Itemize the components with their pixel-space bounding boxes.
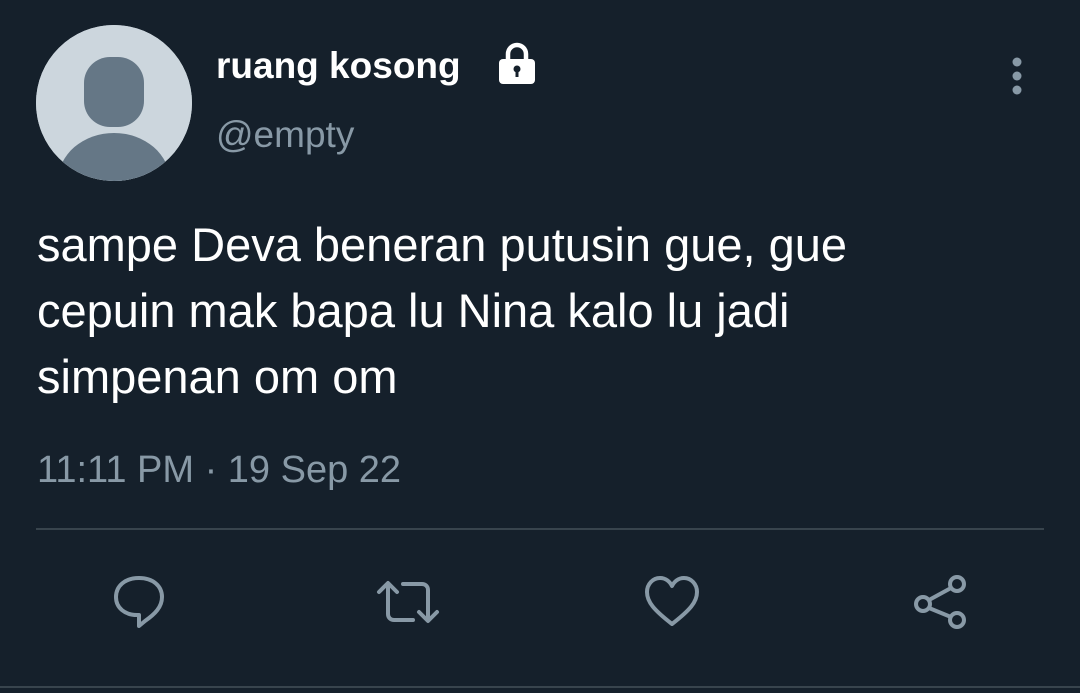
retweet-button[interactable] [375,572,439,632]
lock-icon [499,42,535,84]
reply-button[interactable] [109,572,169,632]
divider [36,528,1044,530]
reply-icon [114,576,164,628]
like-button[interactable] [642,572,702,632]
default-avatar-icon [36,25,192,181]
tweet-text-line: cepuin mak bapa lu Nina kalo lu jadi [37,284,790,337]
tweet-text-line: simpenan om om [37,350,398,403]
share-button[interactable] [910,572,970,632]
tweet-detail: ruang kosong @empty sampe Deva beneran p… [0,0,1080,693]
tweet-text-line: sampe Deva beneran putusin gue, gue [37,218,848,271]
display-name[interactable]: ruang kosong [216,44,461,88]
like-icon [645,576,699,626]
tweet-text: sampe Deva beneran putusin gue, gue cepu… [37,212,1047,410]
timestamp[interactable]: 11:11 PM · 19 Sep 22 [37,447,401,493]
retweet-icon [377,581,439,623]
share-icon [914,575,966,629]
user-handle[interactable]: @empty [216,112,354,158]
more-vertical-icon[interactable] [1003,55,1031,97]
avatar[interactable] [36,25,192,181]
bottom-divider [0,686,1080,688]
